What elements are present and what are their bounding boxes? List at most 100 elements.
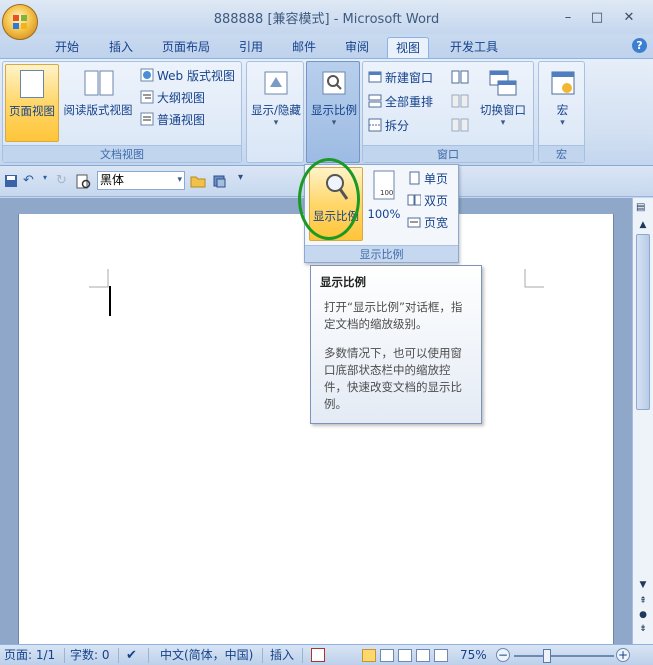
page-width-icon: [407, 215, 421, 229]
zoom-slider-track[interactable]: [514, 655, 614, 657]
tab-review[interactable]: 审阅: [337, 37, 377, 58]
draft-label: 普通视图: [157, 113, 206, 127]
macro-recording-icon[interactable]: [311, 648, 325, 662]
tab-developer[interactable]: 开发工具: [442, 37, 506, 58]
arrange-all-icon: [368, 94, 382, 108]
top-right-margin-mark: [524, 269, 544, 288]
tab-mailings[interactable]: 邮件: [284, 37, 324, 58]
page-width-label: 页宽: [424, 216, 449, 230]
view-full-screen-reading-icon[interactable]: [380, 649, 394, 662]
previous-page-icon[interactable]: ⇞: [636, 596, 650, 608]
select-browse-object-icon[interactable]: ●: [636, 610, 650, 622]
ruler-toggle-icon[interactable]: ▤: [636, 202, 650, 216]
one-page-button[interactable]: 单页: [407, 169, 448, 189]
zoom-slider-thumb[interactable]: [543, 649, 551, 663]
zoom-level[interactable]: 75%: [460, 647, 487, 664]
synchronous-scrolling-icon[interactable]: [451, 94, 469, 108]
status-word-count[interactable]: 字数: 0: [70, 647, 110, 664]
tab-insert[interactable]: 插入: [101, 37, 141, 58]
print-preview-icon[interactable]: [76, 174, 92, 190]
maximize-button[interactable]: □: [584, 10, 610, 26]
top-left-margin-mark: [89, 269, 109, 288]
new-window-button[interactable]: 新建窗口: [368, 68, 433, 88]
draft-button[interactable]: 普通视图: [140, 110, 205, 130]
view-print-layout-icon[interactable]: [362, 649, 376, 662]
reset-window-position-icon[interactable]: [451, 118, 469, 132]
proofing-icon[interactable]: ✔: [126, 647, 137, 664]
close-button[interactable]: ✕: [616, 10, 642, 26]
macros-label: 宏: [556, 103, 569, 117]
font-name-select[interactable]: 黑体 ▾: [97, 171, 185, 190]
macros-button[interactable]: 宏 ▾: [540, 66, 585, 144]
outline-icon: [140, 90, 154, 104]
ribbon-tabs: 开始 插入 页面布局 引用 邮件 审阅 视图 开发工具 ?: [0, 34, 653, 58]
next-page-icon[interactable]: ⇟: [636, 624, 650, 636]
print-layout-button[interactable]: 页面视图: [5, 64, 59, 142]
group-show-hide: 显示/隐藏 ▾: [246, 61, 304, 163]
format-painter-icon[interactable]: [212, 174, 228, 188]
status-insert-mode[interactable]: 插入: [270, 647, 294, 664]
scroll-down-icon[interactable]: ▼: [636, 580, 650, 592]
show-hide-icon: [261, 66, 291, 98]
minimize-button[interactable]: –: [555, 10, 581, 26]
split-label: 拆分: [385, 119, 410, 133]
outline-label: 大纲视图: [157, 91, 206, 105]
page-width-button[interactable]: 页宽: [407, 213, 448, 233]
undo-dropdown-icon[interactable]: ▾: [43, 173, 51, 189]
show-hide-button[interactable]: 显示/隐藏 ▾: [248, 66, 304, 144]
tooltip-paragraph-1: 打开“显示比例”对话框，指定文档的缩放级别。: [324, 300, 463, 331]
group-document-views: 页面视图 阅读版式视图 Web 版式视图 大纲视图 普通视图 文档视图: [2, 61, 242, 163]
undo-icon[interactable]: ↶: [23, 173, 43, 189]
print-layout-icon: [17, 65, 47, 98]
vertical-scrollbar[interactable]: ▤ ▲ ▼ ⇞ ● ⇟: [632, 198, 653, 644]
split-button[interactable]: 拆分: [368, 116, 409, 136]
tab-home[interactable]: 开始: [47, 37, 87, 58]
tab-page-layout[interactable]: 页面布局: [154, 37, 218, 58]
help-icon[interactable]: ?: [632, 38, 647, 53]
arrange-all-button[interactable]: 全部重排: [368, 92, 433, 112]
split-icon: [368, 118, 382, 132]
group-label-window: 窗口: [363, 145, 533, 162]
two-pages-button[interactable]: 双页: [407, 191, 448, 211]
open-folder-icon[interactable]: [190, 174, 206, 188]
group-window: 新建窗口 全部重排 拆分 切换窗口 ▾ 窗口: [362, 61, 534, 163]
zoom-100-icon: 100: [369, 167, 399, 203]
view-web-layout-icon[interactable]: [398, 649, 412, 662]
save-icon[interactable]: [4, 174, 18, 188]
status-language[interactable]: 中文(简体，中国): [160, 647, 253, 664]
view-side-by-side-icon[interactable]: [451, 70, 469, 84]
tooltip-paragraph-2: 多数情况下，也可以使用窗口底部状态栏中的缩放控件，快速改变文档的显示比例。: [324, 346, 462, 411]
zoom-group-label: 显示比例: [305, 245, 458, 262]
redo-icon[interactable]: ↻: [56, 173, 72, 189]
view-draft-icon[interactable]: [434, 649, 448, 662]
switch-windows-button[interactable]: 切换窗口 ▾: [475, 66, 531, 144]
office-button[interactable]: [2, 4, 38, 40]
macros-caret-icon: ▾: [560, 118, 565, 128]
zoom-in-icon[interactable]: +: [616, 648, 630, 662]
macros-icon: [548, 66, 578, 98]
title-bar: 888888 [兼容模式] - Microsoft Word – □ ✕: [0, 0, 653, 34]
show-hide-caret-icon: ▾: [273, 118, 279, 128]
web-layout-button[interactable]: Web 版式视图: [140, 66, 235, 86]
view-outline-icon[interactable]: [416, 649, 430, 662]
svg-text:100: 100: [380, 189, 393, 197]
zoom-group-button[interactable]: 显示比例 ▾: [308, 66, 360, 144]
web-layout-icon: [140, 68, 154, 82]
tab-view[interactable]: 视图: [387, 37, 430, 58]
scroll-up-icon[interactable]: ▲: [636, 220, 650, 232]
zoom-magnifier-icon: [319, 66, 349, 98]
outline-button[interactable]: 大纲视图: [140, 88, 205, 108]
customize-toolbar-icon[interactable]: ▾: [238, 172, 248, 188]
status-separator: [148, 648, 149, 663]
status-page-count[interactable]: 页面: 1/1: [4, 647, 55, 664]
status-bar: 页面: 1/1 字数: 0 ✔ 中文(简体，中国) 插入 75% − +: [0, 644, 653, 665]
zoom-out-icon[interactable]: −: [496, 648, 510, 662]
zoom-100-button[interactable]: 100 100%: [365, 167, 403, 241]
web-layout-label: Web 版式视图: [157, 69, 235, 83]
scroll-thumb[interactable]: [636, 234, 650, 410]
reading-layout-button[interactable]: 阅读版式视图: [60, 64, 136, 142]
font-dropdown-icon[interactable]: ▾: [177, 172, 182, 189]
group-label-macros: 宏: [539, 145, 584, 162]
show-hide-label: 显示/隐藏: [251, 103, 301, 117]
tab-references[interactable]: 引用: [231, 37, 271, 58]
